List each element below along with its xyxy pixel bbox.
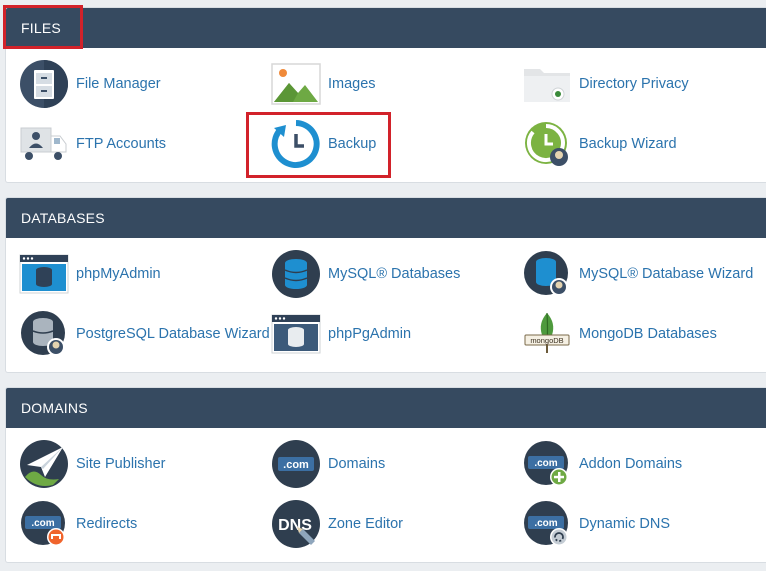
zone-editor-dns-text: DNS: [278, 517, 312, 534]
images-label: Images: [328, 76, 376, 92]
redirects-label: Redirects: [76, 516, 138, 532]
file-manager-label: File Manager: [76, 76, 161, 92]
domains-label: Domains: [328, 456, 386, 472]
mongodb-databases-link[interactable]: mongoDB MongoDB Databases: [521, 306, 717, 362]
ftp-accounts-label: FTP Accounts: [76, 136, 166, 152]
addon-domains-icon: .com: [521, 438, 573, 490]
file-manager-icon: [18, 58, 70, 110]
images-link[interactable]: Images: [270, 56, 376, 112]
redirects-com-text: .com: [31, 518, 54, 529]
phppgadmin-link[interactable]: phpPgAdmin: [270, 306, 411, 362]
postgresql-database-wizard-link[interactable]: PostgreSQL Database Wizard: [18, 306, 270, 362]
domains-panel-title: DOMAINS: [21, 400, 88, 416]
databases-panel-header[interactable]: DATABASES: [6, 198, 766, 238]
site-publisher-link[interactable]: Site Publisher: [18, 436, 165, 492]
mongodb-databases-label: MongoDB Databases: [579, 326, 717, 342]
dynamic-dns-com-text: .com: [534, 518, 557, 529]
mongodb-logo-text: mongoDB: [530, 336, 563, 345]
domains-panel-body: Site Publisher .com Domains .com Addon D…: [6, 428, 766, 562]
addon-domains-com-text: .com: [534, 458, 557, 469]
redirects-link[interactable]: .com Redirects: [18, 496, 137, 552]
phpmyadmin-label: phpMyAdmin: [76, 266, 161, 282]
postgresql-database-wizard-label: PostgreSQL Database Wizard: [76, 326, 270, 342]
directory-privacy-label: Directory Privacy: [579, 76, 689, 92]
phppgadmin-label: phpPgAdmin: [328, 326, 412, 342]
backup-wizard-icon: [521, 118, 573, 170]
directory-privacy-link[interactable]: Directory Privacy: [521, 56, 689, 112]
mysql-database-wizard-icon: [521, 248, 573, 300]
phpmyadmin-icon: [18, 248, 70, 300]
addon-domains-link[interactable]: .com Addon Domains: [521, 436, 682, 492]
ftp-accounts-link[interactable]: FTP Accounts: [18, 116, 166, 172]
redirects-icon: .com: [18, 498, 70, 550]
zone-editor-icon: DNS: [270, 498, 322, 550]
backup-wizard-label: Backup Wizard: [579, 136, 677, 152]
dynamic-dns-link[interactable]: .com Dynamic DNS: [521, 496, 670, 552]
site-publisher-icon: [18, 438, 70, 490]
domains-panel: DOMAINS Site Publisher .com Domains .com…: [5, 387, 766, 563]
mysql-databases-label: MySQL® Databases: [328, 266, 461, 282]
mysql-databases-icon: [270, 248, 322, 300]
backup-label: Backup: [328, 136, 377, 152]
domains-com-text: .com: [283, 459, 309, 471]
files-panel-header[interactable]: FILES: [6, 8, 766, 48]
phpmyadmin-link[interactable]: phpMyAdmin: [18, 246, 161, 302]
dynamic-dns-icon: .com: [521, 498, 573, 550]
backup-wizard-link[interactable]: Backup Wizard: [521, 116, 677, 172]
files-panel: FILES File Manager Images Directory Priv…: [5, 7, 766, 183]
databases-panel-body: phpMyAdmin MySQL® Databases MySQL® Datab…: [6, 238, 766, 372]
phppgadmin-icon: [270, 308, 322, 360]
mysql-database-wizard-link[interactable]: MySQL® Database Wizard: [521, 246, 753, 302]
files-panel-body: File Manager Images Directory Privacy FT…: [6, 48, 766, 182]
dynamic-dns-label: Dynamic DNS: [579, 516, 671, 532]
mysql-database-wizard-label: MySQL® Database Wizard: [579, 266, 754, 282]
site-publisher-label: Site Publisher: [76, 456, 166, 472]
databases-panel-title: DATABASES: [21, 210, 105, 226]
addon-domains-label: Addon Domains: [579, 456, 683, 472]
files-panel-title: FILES: [21, 20, 61, 36]
mongodb-databases-icon: mongoDB: [521, 308, 573, 360]
postgresql-database-wizard-icon: [18, 308, 70, 360]
domains-icon: .com: [270, 438, 322, 490]
zone-editor-label: Zone Editor: [328, 516, 403, 532]
databases-panel: DATABASES phpMyAdmin MySQL® Databases My…: [5, 197, 766, 373]
backup-link[interactable]: Backup: [270, 116, 376, 172]
mysql-databases-link[interactable]: MySQL® Databases: [270, 246, 460, 302]
images-icon: [270, 58, 322, 110]
ftp-accounts-icon: [18, 118, 70, 170]
file-manager-link[interactable]: File Manager: [18, 56, 161, 112]
domains-link[interactable]: .com Domains: [270, 436, 385, 492]
domains-panel-header[interactable]: DOMAINS: [6, 388, 766, 428]
backup-icon: [270, 118, 322, 170]
directory-privacy-icon: [521, 58, 573, 110]
zone-editor-link[interactable]: DNS Zone Editor: [270, 496, 403, 552]
